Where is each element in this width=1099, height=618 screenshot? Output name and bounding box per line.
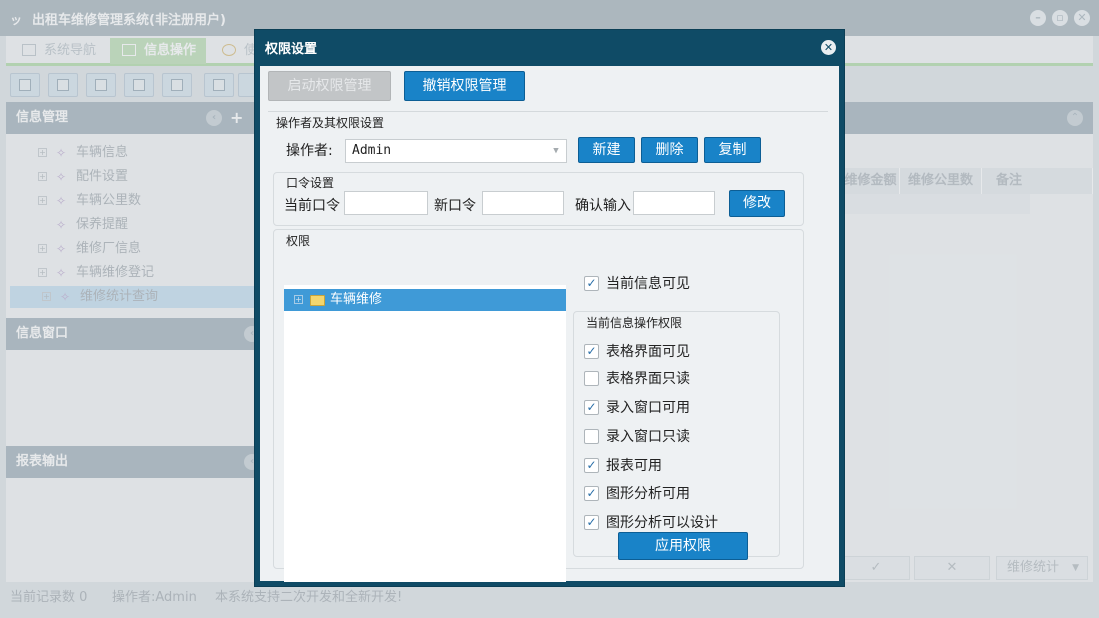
folder-icon: [310, 295, 325, 306]
expand-icon[interactable]: +: [294, 295, 303, 304]
divider: [268, 111, 828, 112]
password-group-title: 口令设置: [286, 176, 335, 190]
dialog-body: 启动权限管理 撤销权限管理 操作者及其权限设置 操作者: Admin ▼ 新建 …: [260, 66, 839, 582]
dialog-title: 权限设置: [265, 42, 318, 57]
operation-permission-title: 当前信息操作权限: [586, 316, 683, 330]
perm-grid-readonly[interactable]: 表格界面只读: [584, 369, 690, 389]
confirm-password-field[interactable]: [633, 191, 715, 215]
copy-button[interactable]: 复制: [704, 137, 761, 163]
checkbox-box[interactable]: ✓: [584, 276, 599, 291]
confirm-password-label: 确认输入: [575, 198, 631, 214]
permission-dialog: 权限设置 ✕ 启动权限管理 撤销权限管理 操作者及其权限设置 操作者: Admi…: [254, 29, 845, 587]
enable-permission-button[interactable]: 启动权限管理: [268, 71, 391, 101]
new-button[interactable]: 新建: [578, 137, 635, 163]
tree-node-vehicle-repair[interactable]: + 车辆维修: [284, 289, 566, 311]
delete-button[interactable]: 删除: [641, 137, 698, 163]
operator-group-title: 操作者及其权限设置: [276, 116, 385, 130]
perm-chart-design[interactable]: ✓ 图形分析可以设计: [584, 513, 718, 533]
perm-chart-enabled[interactable]: ✓ 图形分析可用: [584, 484, 690, 504]
current-password-label: 当前口令: [284, 198, 340, 214]
password-group: 口令设置 当前口令 新口令 确认输入 修改: [273, 172, 804, 226]
modify-button[interactable]: 修改: [729, 190, 785, 217]
checkbox-box[interactable]: ✓: [584, 515, 599, 530]
chevron-down-icon: ▼: [553, 146, 559, 156]
checkbox-box[interactable]: [584, 371, 599, 386]
apply-permission-button[interactable]: 应用权限: [618, 532, 748, 560]
operator-select[interactable]: Admin ▼: [345, 139, 567, 163]
checkbox-box[interactable]: ✓: [584, 486, 599, 501]
current-password-field[interactable]: [344, 191, 428, 215]
new-password-field[interactable]: [482, 191, 564, 215]
checkbox-box[interactable]: [584, 429, 599, 444]
new-password-label: 新口令: [434, 198, 476, 214]
checkbox-box[interactable]: ✓: [584, 344, 599, 359]
perm-entry-enabled[interactable]: ✓ 录入窗口可用: [584, 398, 690, 418]
revoke-permission-button[interactable]: 撤销权限管理: [404, 71, 525, 101]
close-icon[interactable]: ✕: [821, 40, 836, 55]
perm-entry-readonly[interactable]: 录入窗口只读: [584, 427, 690, 447]
checkbox-box[interactable]: ✓: [584, 400, 599, 415]
perm-report-enabled[interactable]: ✓ 报表可用: [584, 456, 662, 476]
operator-label: 操作者:: [286, 143, 333, 159]
info-visible-checkbox[interactable]: ✓ 当前信息可见: [584, 274, 690, 294]
permission-tree[interactable]: + 车辆维修: [284, 285, 566, 582]
permission-group-title: 权限: [286, 234, 311, 248]
checkbox-box[interactable]: ✓: [584, 458, 599, 473]
perm-grid-visible[interactable]: ✓ 表格界面可见: [584, 342, 690, 362]
